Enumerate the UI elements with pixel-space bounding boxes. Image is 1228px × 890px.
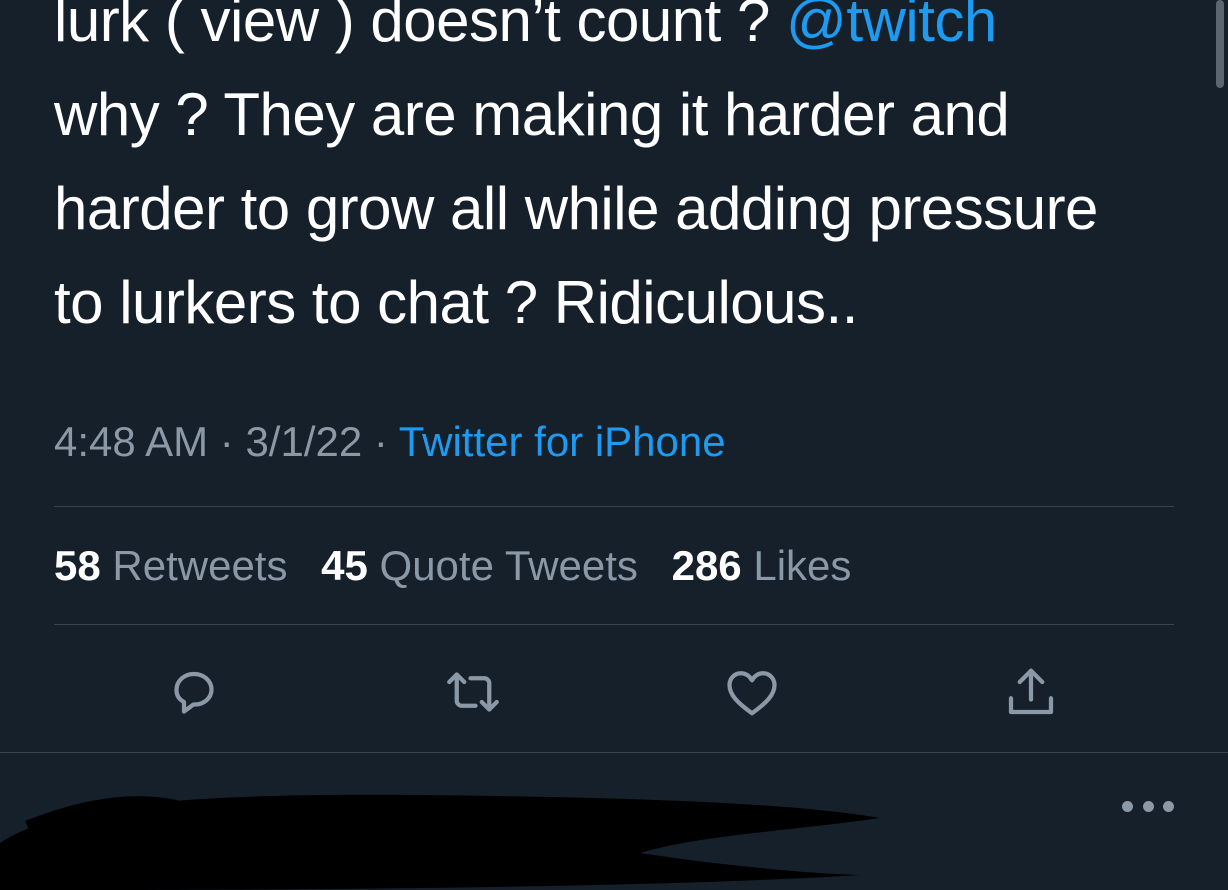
reply-button[interactable] bbox=[162, 660, 226, 724]
quote-tweets-label: Quote Tweets bbox=[379, 542, 638, 589]
likes-label: Likes bbox=[753, 542, 852, 589]
likes-stat[interactable]: 286 Likes bbox=[672, 542, 852, 589]
redaction-scribble bbox=[0, 794, 880, 890]
retweets-stat[interactable]: 58 Retweets bbox=[54, 542, 287, 589]
tweet-line-1: lurk ( view ) doesn’t count ? @twitch bbox=[54, 0, 1194, 68]
more-dot bbox=[1122, 800, 1133, 812]
retweet-icon bbox=[447, 672, 499, 712]
like-button[interactable] bbox=[720, 660, 784, 724]
meta-separator: · bbox=[362, 418, 399, 465]
tweet-stats: 58 Retweets 45 Quote Tweets 286 Likes bbox=[54, 538, 873, 594]
share-button[interactable] bbox=[999, 660, 1063, 724]
next-tweet-header bbox=[0, 753, 1228, 890]
quote-tweets-count: 45 bbox=[321, 542, 368, 589]
scrollbar[interactable] bbox=[1216, 0, 1224, 88]
divider bbox=[54, 624, 1174, 625]
tweet-meta: 4:48 AM · 3/1/22 · Twitter for iPhone bbox=[54, 414, 726, 470]
tweet-date: 3/1/22 bbox=[245, 418, 363, 465]
more-dot bbox=[1142, 800, 1154, 812]
meta-separator: · bbox=[208, 418, 246, 465]
quote-tweets-stat[interactable]: 45 Quote Tweets bbox=[321, 542, 638, 589]
retweet-button[interactable] bbox=[441, 660, 505, 724]
reply-icon bbox=[174, 671, 214, 714]
retweets-label: Retweets bbox=[112, 542, 288, 589]
like-icon bbox=[727, 671, 777, 716]
tweet-line-1-text: lurk ( view ) doesn’t count ? bbox=[54, 0, 786, 54]
divider bbox=[54, 506, 1174, 507]
tweet-time: 4:48 AM bbox=[54, 418, 209, 465]
tweet-line-4: to lurkers to chat ? Ridiculous.. bbox=[54, 269, 858, 336]
tweet-source-link[interactable]: Twitter for iPhone bbox=[399, 418, 726, 465]
tweet-text: lurk ( view ) doesn’t count ? @twitch wh… bbox=[54, 0, 1194, 350]
more-options-icon[interactable] bbox=[1122, 791, 1174, 821]
retweets-count: 58 bbox=[54, 542, 101, 589]
tweet-line-3: harder to grow all while adding pressure bbox=[54, 175, 1098, 242]
likes-count: 286 bbox=[671, 542, 742, 589]
more-dot bbox=[1163, 800, 1174, 812]
tweet-line-2: why ? They are making it harder and bbox=[54, 81, 1010, 148]
tweet-actions-bar bbox=[0, 660, 1228, 724]
mention-link[interactable]: @twitch bbox=[786, 0, 997, 54]
share-icon bbox=[1008, 668, 1054, 715]
